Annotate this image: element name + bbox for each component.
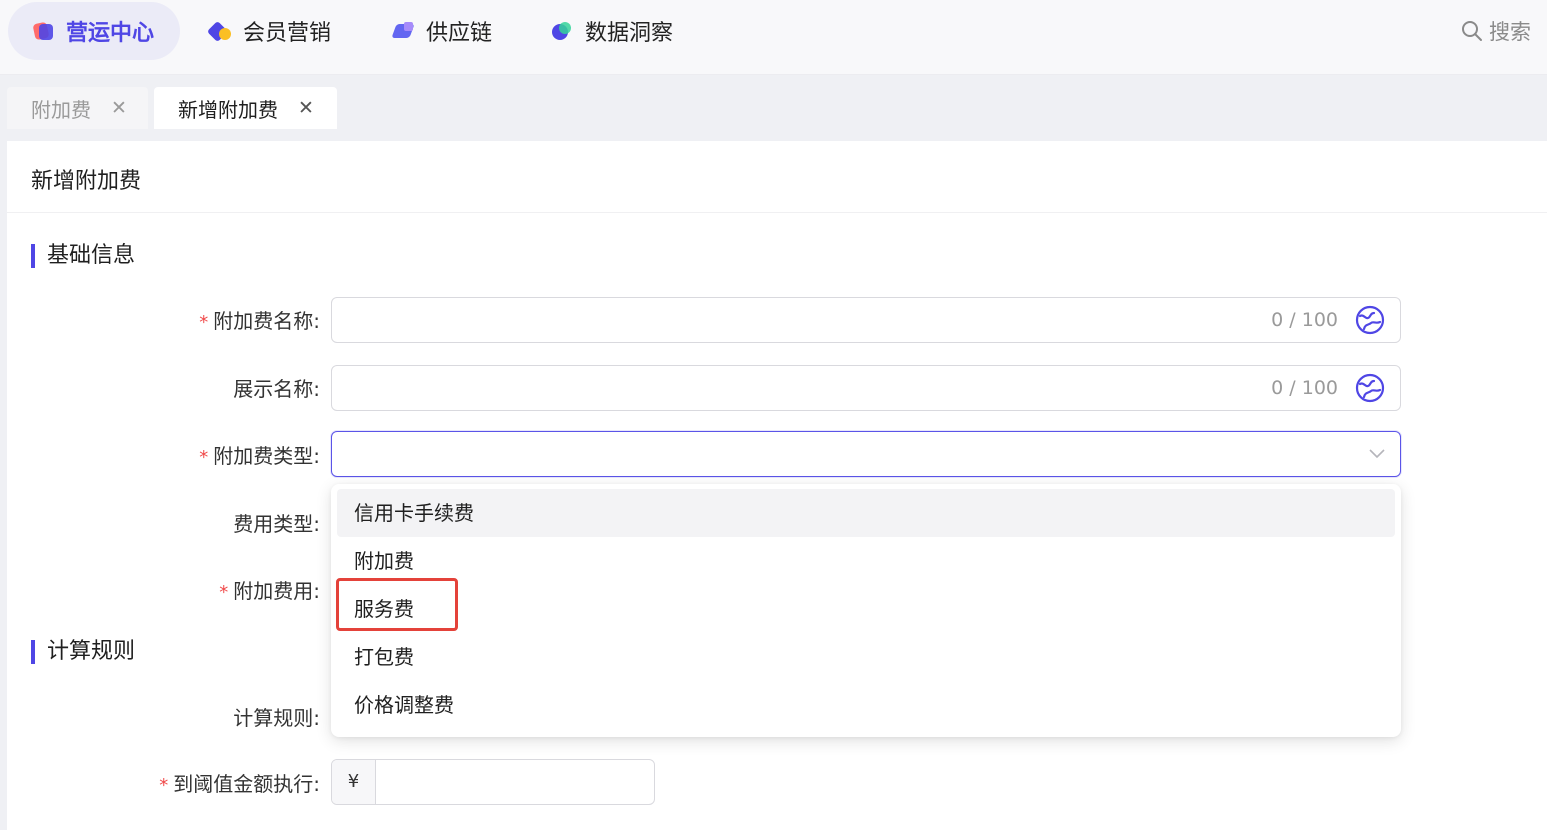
surcharge-name-label: * 附加费名称: <box>199 309 320 333</box>
calc-rule-label: 计算规则: <box>233 706 320 730</box>
display-name-input[interactable]: 0 / 100 <box>331 365 1401 411</box>
close-icon[interactable]: ✕ <box>111 97 127 119</box>
surcharge-amount-label: * 附加费用: <box>219 579 320 603</box>
char-counter: 0 / 100 <box>1271 309 1338 331</box>
threshold-amount-input[interactable]: ¥ <box>331 759 655 805</box>
member-marketing-icon <box>206 20 231 43</box>
dropdown-option[interactable]: 价格调整费 <box>337 681 1395 729</box>
surcharge-name-input[interactable]: 0 / 100 <box>331 297 1401 343</box>
form-panel: 新增附加费 基础信息 * 附加费名称: 0 / 100 展示名称: 0 / 100… <box>7 141 1547 830</box>
ops-center-icon <box>32 20 54 42</box>
nav-item-label: 数据洞察 <box>585 21 674 46</box>
search-label: 搜索 <box>1489 20 1531 44</box>
dropdown-option[interactable]: 打包费 <box>337 633 1395 681</box>
title-divider <box>7 212 1547 213</box>
dropdown-option[interactable]: 服务费 <box>337 585 1395 633</box>
top-navigation: 营运中心 会员营销 供应链 数据洞察 搜索 <box>0 0 1547 75</box>
nav-item-data-insight[interactable]: 数据洞察 <box>551 2 673 60</box>
page-title: 新增附加费 <box>31 169 142 194</box>
nav-item-label: 会员营销 <box>243 21 332 46</box>
chevron-down-icon <box>1369 449 1385 459</box>
required-asterisk: * <box>219 582 229 603</box>
tab-label: 新增附加费 <box>178 97 278 122</box>
tab-surcharge[interactable]: 附加费 ✕ <box>7 87 148 129</box>
close-icon[interactable]: ✕ <box>298 97 314 119</box>
nav-item-member-marketing[interactable]: 会员营销 <box>206 2 332 60</box>
surcharge-type-label: * 附加费类型: <box>199 444 320 468</box>
nav-item-ops-center[interactable]: 营运中心 <box>8 2 180 60</box>
supply-chain-icon <box>391 20 415 42</box>
required-asterisk: * <box>159 775 169 796</box>
dropdown-option[interactable]: 信用卡手续费 <box>337 489 1395 537</box>
surcharge-type-select[interactable] <box>331 431 1401 477</box>
display-name-label: 展示名称: <box>233 377 320 401</box>
currency-symbol: ¥ <box>332 760 376 804</box>
nav-item-label: 供应链 <box>426 21 493 46</box>
section-title-basic-info: 基础信息 <box>31 243 135 269</box>
nav-item-supply-chain[interactable]: 供应链 <box>391 2 493 60</box>
search-button[interactable]: 搜索 <box>1461 16 1531 46</box>
required-asterisk: * <box>199 447 209 468</box>
tab-new-surcharge[interactable]: 新增附加费 ✕ <box>154 87 337 129</box>
nav-item-label: 营运中心 <box>66 21 155 46</box>
required-asterisk: * <box>199 312 209 333</box>
translate-globe-icon[interactable] <box>1355 373 1385 403</box>
tab-label: 附加费 <box>31 97 91 122</box>
section-title-calc-rules: 计算规则 <box>31 639 135 665</box>
search-icon <box>1462 21 1482 41</box>
char-counter: 0 / 100 <box>1271 377 1338 399</box>
data-insight-icon <box>551 20 573 42</box>
dropdown-option[interactable]: 附加费 <box>337 537 1395 585</box>
threshold-label: * 到阈值金额执行: <box>159 772 320 796</box>
surcharge-type-dropdown: 信用卡手续费 附加费 服务费 打包费 价格调整费 <box>331 484 1401 737</box>
translate-globe-icon[interactable] <box>1355 305 1385 335</box>
fee-type-label: 费用类型: <box>233 512 320 536</box>
